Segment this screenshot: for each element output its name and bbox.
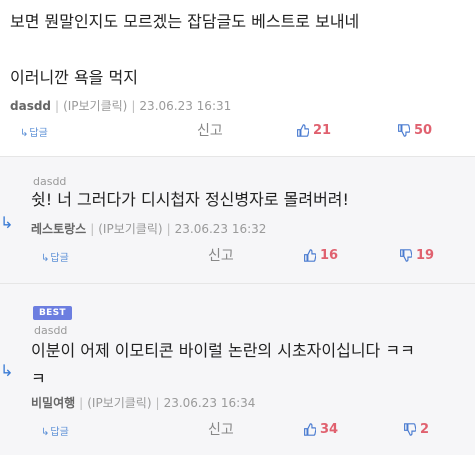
- reply-indicator-icon: ↳: [0, 361, 14, 380]
- reply-button[interactable]: ↳답글: [20, 124, 48, 139]
- reply-indicator-icon: ↳: [0, 213, 14, 232]
- like-button[interactable]: 16: [303, 248, 338, 263]
- reply-arrow-icon: ↳: [41, 253, 50, 264]
- comment-date: 23.06.23 16:31: [139, 99, 232, 113]
- dislike-button[interactable]: 50: [397, 123, 432, 138]
- reply-button[interactable]: ↳답글: [41, 423, 69, 438]
- comment-date: 23.06.23 16:34: [163, 396, 256, 410]
- author-nickname[interactable]: 비밀여행: [31, 396, 75, 410]
- report-button[interactable]: 신고: [208, 245, 234, 265]
- comment-date: 23.06.23 16:32: [174, 222, 267, 236]
- reply-arrow-icon: ↳: [20, 128, 29, 139]
- ip-view-link[interactable]: (IP보기클릭): [98, 222, 162, 236]
- parent-author: dasdd: [34, 324, 68, 337]
- reply-arrow-icon: ↳: [41, 427, 50, 438]
- report-button[interactable]: 신고: [208, 419, 234, 439]
- thumbs-down-icon: [400, 249, 412, 262]
- reply-comment-item: ↳ dasdd 쉿! 너 그러다가 디시첩자 정신병자로 몰려버려! 레스토랑스…: [0, 157, 475, 284]
- best-badge: BEST: [33, 306, 72, 320]
- comment-text: 쉿! 너 그러다가 디시첩자 정신병자로 몰려버려!: [31, 190, 349, 209]
- comment-text: 보면 뭔말인지도 모르겠는 잡담글도 베스트로 보내네 이러니깐 욕을 먹지: [10, 12, 360, 87]
- ip-view-link[interactable]: (IP보기클릭): [87, 396, 151, 410]
- comment-meta: dasdd | (IP보기클릭) | 23.06.23 16:31: [10, 99, 232, 113]
- like-button[interactable]: 21: [296, 123, 331, 138]
- comment-item: 보면 뭔말인지도 모르겠는 잡담글도 베스트로 보내네 이러니깐 욕을 먹지 d…: [0, 0, 475, 157]
- thumbs-up-icon: [304, 249, 316, 262]
- thumbs-up-icon: [304, 423, 316, 436]
- author-nickname[interactable]: dasdd: [10, 99, 51, 113]
- thumbs-up-icon: [297, 124, 309, 137]
- comment-text: 이분이 어제 이모티콘 바이럴 논란의 시초자이십니다 ㅋㅋ ㅋ: [31, 341, 415, 388]
- author-nickname[interactable]: 레스토랑스: [31, 222, 86, 236]
- thumbs-down-icon: [398, 124, 410, 137]
- reply-button[interactable]: ↳답글: [41, 249, 69, 264]
- dislike-button[interactable]: 19: [399, 248, 434, 263]
- report-button[interactable]: 신고: [197, 120, 223, 140]
- reply-comment-item: BEST ↳ dasdd 이분이 어제 이모티콘 바이럴 논란의 시초자이십니다…: [0, 284, 475, 455]
- dislike-button[interactable]: 2: [403, 422, 429, 437]
- like-button[interactable]: 34: [303, 422, 338, 437]
- comment-meta: 비밀여행 | (IP보기클릭) | 23.06.23 16:34: [31, 396, 256, 410]
- ip-view-link[interactable]: (IP보기클릭): [63, 99, 127, 113]
- comment-meta: 레스토랑스 | (IP보기클릭) | 23.06.23 16:32: [31, 222, 267, 236]
- thumbs-down-icon: [404, 423, 416, 436]
